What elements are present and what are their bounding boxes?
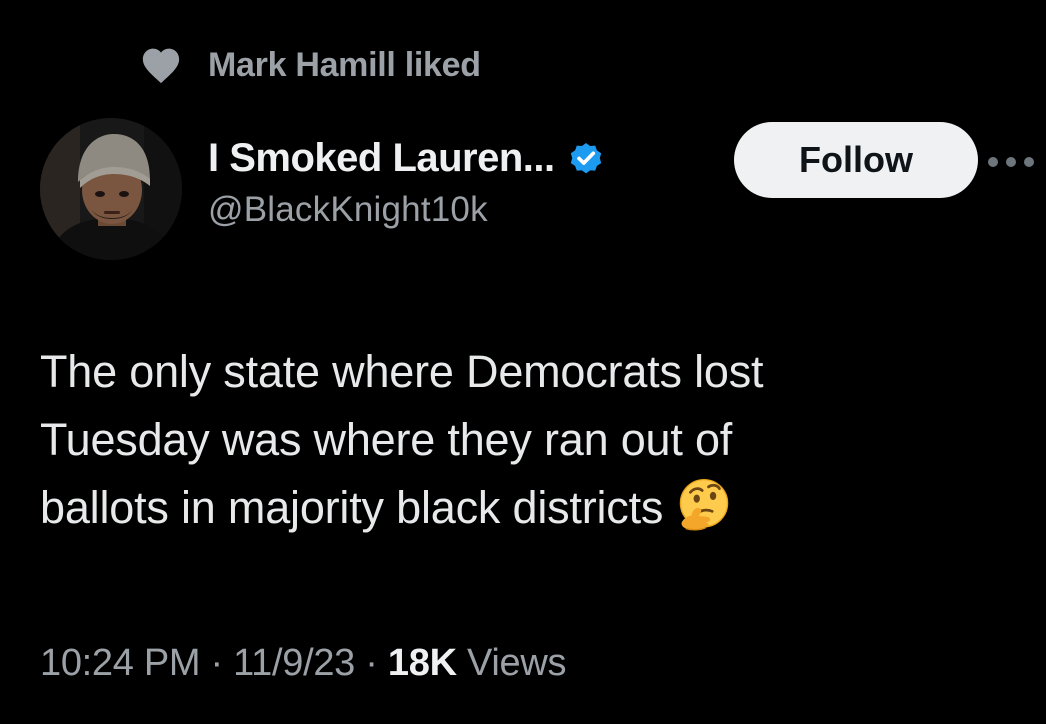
meta-separator: · — [210, 642, 224, 684]
thinking-face-emoji — [679, 479, 729, 531]
tweet-meta: 10:24 PM · 11/9/23 · 18K Views — [40, 642, 566, 685]
views-label: Views — [467, 642, 567, 684]
social-context[interactable]: Mark Hamill liked — [140, 42, 481, 88]
follow-button[interactable]: Follow — [734, 122, 978, 198]
tweet-line-last: ballots in majority black districts — [40, 474, 1000, 542]
views-count[interactable]: 18K — [388, 642, 457, 684]
more-options-icon[interactable] — [986, 148, 1046, 176]
meta-separator: · — [365, 642, 378, 684]
tweet-line: Tuesday was where they ran out of — [40, 414, 733, 465]
more-dot — [988, 157, 998, 167]
tweet-text: The only state where Democrats lost Tues… — [40, 338, 1000, 542]
tweet-line-text: ballots in majority black districts — [40, 482, 664, 533]
tweet-date[interactable]: 11/9/23 — [233, 642, 355, 684]
more-dot — [1006, 157, 1016, 167]
avatar[interactable] — [40, 118, 182, 260]
social-context-text: Mark Hamill liked — [208, 45, 481, 84]
author-name-row: I Smoked Lauren... — [208, 130, 605, 186]
author-info[interactable]: I Smoked Lauren... @BlackKnight10k — [208, 130, 605, 230]
author-display-name[interactable]: I Smoked Lauren... — [208, 136, 555, 181]
heart-icon — [142, 48, 180, 84]
tweet-time[interactable]: 10:24 PM — [40, 642, 201, 684]
verified-badge-icon — [570, 142, 601, 174]
author-handle[interactable]: @BlackKnight10k — [208, 190, 605, 230]
tweet-line: The only state where Democrats lost — [40, 346, 764, 397]
avatar-photo — [40, 118, 182, 260]
more-dot — [1024, 157, 1034, 167]
